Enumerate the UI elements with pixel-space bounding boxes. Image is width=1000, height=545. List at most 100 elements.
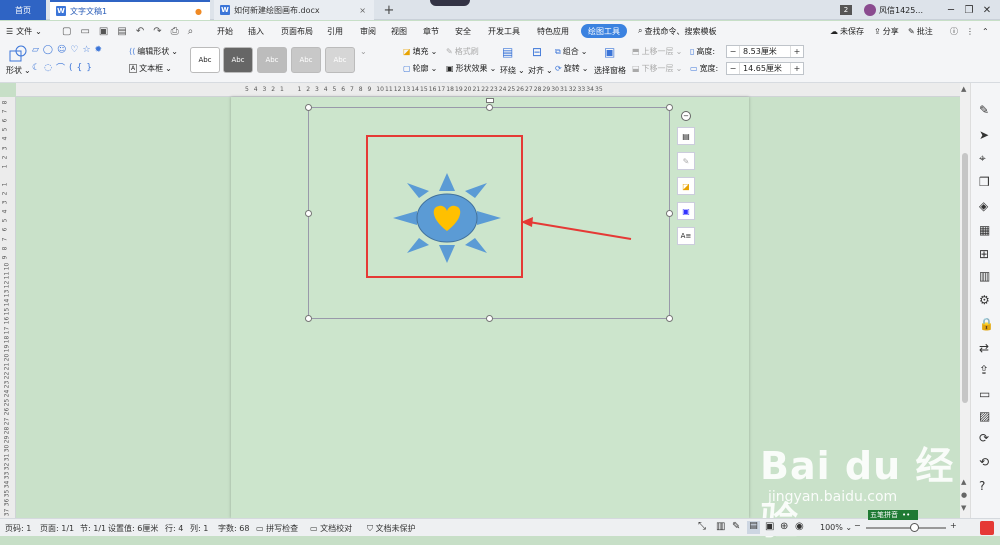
fill-bucket-icon[interactable]: ◪	[677, 177, 695, 195]
file-menu[interactable]: ☰ 文件 ⌄	[6, 24, 42, 38]
style-gallery-more-icon[interactable]: ⌄	[360, 47, 367, 56]
increment-icon[interactable]: +	[791, 47, 803, 56]
shape-heart-icon[interactable]: ♡	[70, 45, 78, 55]
read-view-icon[interactable]: ▣	[765, 521, 774, 532]
tab-document-active[interactable]: W 文字文稿1 ●	[50, 0, 210, 20]
tab-home[interactable]: 首页	[0, 0, 46, 20]
decrement-icon[interactable]: −	[727, 47, 739, 56]
edit-icon[interactable]: ✎	[979, 103, 993, 117]
collapse-icon[interactable]: −	[681, 111, 691, 121]
send-backward-button[interactable]: ⬓ 下移一层 ⌄	[632, 63, 682, 74]
help-icon[interactable]: ⓘ	[950, 24, 958, 38]
shape-label[interactable]: 形状 ⌄	[6, 65, 31, 76]
outline-button[interactable]: ▢ 轮廓 ⌄	[403, 63, 437, 74]
width-value[interactable]: 14.65厘米	[739, 63, 791, 74]
new-tab-button[interactable]: +	[380, 0, 398, 20]
shape-style-4[interactable]: Abc	[291, 47, 321, 73]
rotate-button[interactable]: ⟳ 旋转 ⌄	[555, 63, 588, 74]
eye-protect-icon[interactable]: ◉	[795, 521, 804, 532]
menu-item-start[interactable]: 开始	[217, 24, 233, 38]
restore-icon[interactable]: ❐	[962, 3, 976, 17]
lock-icon[interactable]: 🔒	[979, 317, 994, 331]
zoom-out-icon[interactable]: −	[854, 521, 861, 530]
edit-shape-button[interactable]: ⟨⟨ 编辑形状 ⌄	[129, 46, 178, 57]
cursor-icon[interactable]: ➤	[979, 128, 993, 142]
shape-style-3[interactable]: Abc	[257, 47, 287, 73]
page-view-icon[interactable]: ▤	[747, 521, 760, 534]
redo-icon[interactable]: ↷	[153, 26, 161, 37]
shape-flowchart-icon[interactable]: ▱	[32, 45, 39, 55]
archive-icon[interactable]: ▭	[979, 387, 993, 401]
table-icon[interactable]: ▦	[979, 223, 993, 237]
resize-handle-s[interactable]	[486, 315, 493, 322]
resize-handle-e[interactable]	[666, 210, 673, 217]
grid-icon[interactable]: ⊞	[979, 247, 993, 261]
undo-icon[interactable]: ↶	[136, 26, 144, 37]
sidebar-view-icon[interactable]: ▥	[716, 521, 725, 532]
shape-style-1[interactable]: Abc	[190, 47, 220, 73]
wrap-button[interactable]: 环绕 ⌄	[500, 65, 525, 76]
help-icon[interactable]: ?	[979, 479, 993, 493]
proofread-button[interactable]: ▭ 文档校对	[310, 523, 352, 534]
menu-item-view[interactable]: 视图	[391, 24, 407, 38]
shape-brace-right-icon[interactable]: }	[86, 63, 92, 73]
resize-handle-se[interactable]	[666, 315, 673, 322]
shape-star-icon[interactable]: ☆	[82, 45, 90, 55]
ime-indicator[interactable]: 五笔拼音 ••	[868, 510, 918, 520]
scrollbar-thumb[interactable]	[962, 153, 968, 403]
status-page-number[interactable]: 页码: 1	[5, 523, 31, 534]
shape-style-2[interactable]: Abc	[223, 47, 253, 73]
shape-brace-icon[interactable]: {	[76, 63, 82, 73]
fit-window-icon[interactable]: ⤡	[698, 521, 706, 532]
height-stepper[interactable]: −8.53厘米 +	[726, 45, 804, 58]
increment-icon[interactable]: +	[791, 64, 803, 73]
height-value[interactable]: 8.53厘米	[739, 46, 791, 57]
protect-button[interactable]: ⛉ 文档未保护	[367, 523, 416, 534]
menu-item-drawing-tools[interactable]: 绘图工具	[581, 24, 627, 38]
zoom-select[interactable]: 100% ⌄	[820, 523, 852, 532]
shape-cloud-icon[interactable]: ◌	[44, 63, 52, 73]
collapse-ribbon-icon[interactable]: ⌃	[982, 24, 989, 38]
align-button[interactable]: 对齐 ⌄	[528, 65, 553, 76]
group-button[interactable]: ⧉ 组合 ⌄	[555, 46, 587, 57]
shape-arc-icon[interactable]: ⌒	[56, 61, 65, 74]
web-view-icon[interactable]: ⊕	[780, 521, 788, 532]
status-word-count[interactable]: 字数: 68	[218, 523, 249, 534]
resize-handle-n[interactable]	[486, 104, 493, 111]
scroll-page-up-icon[interactable]: ▲	[961, 478, 966, 486]
new-file-icon[interactable]: ▢	[62, 26, 71, 37]
menu-item-security[interactable]: 安全	[455, 24, 471, 38]
more-icon[interactable]: ⋮	[966, 24, 974, 38]
assistant-icon[interactable]	[980, 521, 994, 535]
bring-forward-button[interactable]: ⬒ 上移一层 ⌄	[632, 46, 682, 57]
text-wrap-icon[interactable]: A≡	[677, 227, 695, 245]
zoom-in-icon[interactable]: +	[950, 521, 957, 530]
scroll-page-down-icon[interactable]: ▼	[961, 504, 966, 512]
layout-options-icon[interactable]: ▤	[677, 127, 695, 145]
menu-item-layout[interactable]: 页面布局	[281, 24, 313, 38]
location-icon[interactable]: ⌖	[979, 151, 993, 165]
selection-pane-button[interactable]: 选择窗格	[594, 65, 626, 76]
menu-item-insert[interactable]: 插入	[248, 24, 264, 38]
save-status[interactable]: ☁ 未保存	[830, 24, 864, 38]
translate-icon[interactable]: ⇄	[979, 341, 993, 355]
shape-bracket-icon[interactable]: (	[69, 63, 73, 73]
image-icon[interactable]: ▨	[979, 409, 993, 423]
decrement-icon[interactable]: −	[727, 64, 739, 73]
pen-icon[interactable]: ✎	[677, 152, 695, 170]
shape-gallery[interactable]	[8, 45, 28, 63]
menu-item-review[interactable]: 审阅	[360, 24, 376, 38]
settings-icon[interactable]: ⚙	[979, 293, 993, 307]
shape-effect-button[interactable]: ▣ 形状效果 ⌄	[446, 63, 496, 74]
share-button[interactable]: ⇪ 分享	[874, 24, 899, 38]
ruler-horizontal[interactable]: 5 4 3 2 1 1 2 3 4 5 6 7 8 9 10 11 12 13 14 15 16 17 18 19 20 21 22…	[16, 83, 960, 97]
command-search[interactable]: ⌕ 查找命令、搜索模板	[638, 24, 716, 38]
history-icon[interactable]: ⟲	[979, 455, 993, 469]
menu-item-chapter[interactable]: 章节	[423, 24, 439, 38]
menu-item-developer[interactable]: 开发工具	[488, 24, 520, 38]
outline-icon[interactable]: ▣	[677, 202, 695, 220]
status-page[interactable]: 页面: 1/1	[40, 523, 74, 534]
open-file-icon[interactable]: ▭	[80, 26, 89, 37]
print-icon[interactable]: ⎙	[171, 26, 179, 37]
fill-button[interactable]: ◪ 填充 ⌄	[403, 46, 437, 57]
